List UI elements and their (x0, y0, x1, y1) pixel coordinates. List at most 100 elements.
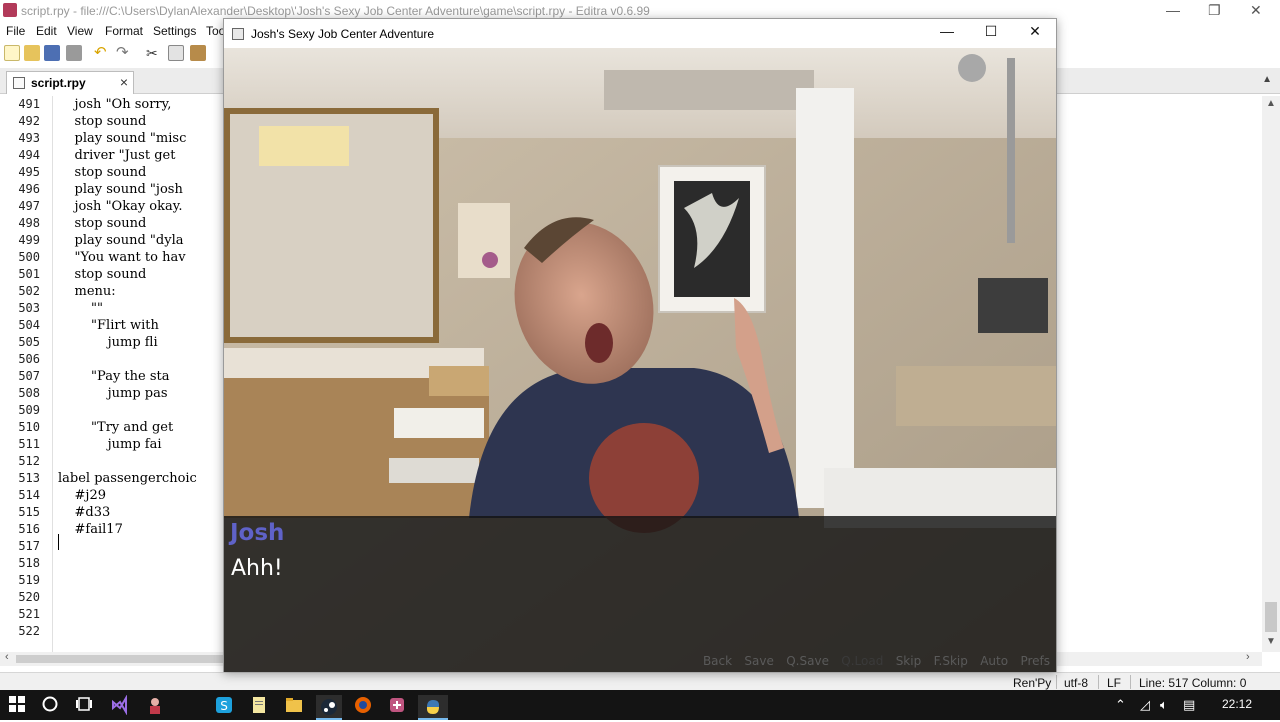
code-line[interactable]: stop sound (58, 216, 147, 231)
skype-icon[interactable]: S (214, 695, 234, 715)
steam-icon[interactable] (316, 695, 342, 720)
tab-label: script.rpy (31, 76, 86, 90)
scroll-right-arrow-icon[interactable]: › (1246, 651, 1250, 663)
dialogue-text: Ahh! (231, 556, 283, 581)
taskbar-clock[interactable]: 22:12 (1222, 697, 1252, 711)
quick-menu-back[interactable]: Back (703, 654, 732, 668)
dialogue-box[interactable]: Josh Ahh! Back Save Q.Save Q.Load Skip F… (224, 516, 1056, 672)
code-line[interactable]: #j29 (58, 488, 106, 503)
start-windows-icon[interactable] (8, 695, 28, 715)
volume-icon[interactable]: 🔈︎ (1160, 697, 1168, 713)
game-maximize-icon[interactable]: ☐ (969, 23, 1013, 45)
code-line[interactable]: jump fai (58, 437, 162, 452)
status-encoding: utf-8 (1064, 676, 1089, 690)
game-close-icon[interactable]: ✕ (1013, 23, 1057, 45)
line-number: 517 (18, 539, 40, 553)
editra-taskbar-icon[interactable] (387, 695, 407, 715)
game-window: Josh's Sexy Job Center Adventure — ☐ ✕ J… (223, 18, 1057, 672)
close-icon[interactable]: ✕ (1250, 2, 1262, 19)
line-number: 509 (18, 403, 40, 417)
line-number: 521 (18, 607, 40, 621)
copy-icon[interactable] (168, 45, 184, 61)
quick-menu-qload[interactable]: Q.Load (841, 654, 883, 668)
code-line[interactable]: "" (58, 301, 103, 316)
game-scene[interactable]: Josh Ahh! Back Save Q.Save Q.Load Skip F… (224, 48, 1056, 672)
tab-scroll-up-icon[interactable]: ▲ (1262, 74, 1272, 85)
line-number: 511 (18, 437, 40, 451)
code-line[interactable]: jump pas (58, 386, 168, 401)
scroll-down-arrow-icon[interactable]: ▼ (1266, 636, 1276, 647)
wifi-icon[interactable]: ◿ (1140, 697, 1150, 713)
tab-script-rpy[interactable]: script.rpy × (6, 71, 134, 94)
line-number: 494 (18, 148, 40, 162)
code-line[interactable]: play sound "dyla (58, 233, 184, 248)
notification-icon[interactable]: ▤ (1183, 697, 1195, 713)
status-position: Line: 517 Column: 0 (1139, 676, 1247, 690)
menu-file[interactable]: File (6, 24, 25, 38)
editra-title: script.rpy - file:///C:\Users\DylanAlexa… (21, 4, 650, 18)
undo-icon[interactable]: ↶ (94, 45, 110, 61)
new-file-icon[interactable] (4, 45, 20, 61)
quick-menu-skip[interactable]: Skip (896, 654, 922, 668)
search-circle-icon[interactable] (41, 695, 61, 715)
line-number: 505 (18, 335, 40, 349)
windows-taskbar: S ⌃ ◿ 🔈︎ ▤ 22:12 (0, 690, 1280, 720)
vertical-scroll-thumb[interactable] (1265, 602, 1277, 632)
code-line[interactable]: stop sound (58, 165, 147, 180)
code-line[interactable]: #fail17 (58, 522, 123, 537)
print-icon[interactable] (66, 45, 82, 61)
notepad-icon[interactable] (249, 695, 269, 715)
scroll-left-arrow-icon[interactable]: ‹ (5, 651, 9, 663)
task-view-icon[interactable] (75, 695, 95, 715)
line-number: 516 (18, 522, 40, 536)
quick-menu-save[interactable]: Save (744, 654, 773, 668)
scroll-up-arrow-icon[interactable]: ▲ (1266, 98, 1276, 109)
code-line[interactable]: "Flirt with (58, 318, 159, 333)
tray-chevron-up-icon[interactable]: ⌃ (1115, 697, 1126, 713)
code-line[interactable]: "You want to hav (58, 250, 186, 265)
open-folder-icon[interactable] (24, 45, 40, 61)
tab-close-icon[interactable]: × (120, 74, 128, 90)
code-line[interactable]: josh "Oh sorry, (58, 97, 172, 112)
code-line[interactable]: play sound "josh (58, 182, 183, 197)
save-icon[interactable] (44, 45, 60, 61)
line-number: 496 (18, 182, 40, 196)
quick-menu-auto[interactable]: Auto (980, 654, 1008, 668)
menu-edit[interactable]: Edit (36, 24, 57, 38)
code-line[interactable]: stop sound (58, 267, 147, 282)
python-icon[interactable] (418, 695, 448, 720)
minimize-icon[interactable]: — (1166, 2, 1180, 18)
code-line[interactable]: play sound "misc (58, 131, 187, 146)
file-explorer-icon[interactable] (284, 695, 304, 715)
code-line[interactable]: "Try and get (58, 420, 173, 435)
redo-icon[interactable]: ↷ (116, 45, 132, 61)
line-number: 522 (18, 624, 40, 638)
code-line[interactable]: #d33 (58, 505, 111, 520)
firefox-icon[interactable] (353, 695, 373, 715)
horizontal-scroll-thumb[interactable] (16, 655, 226, 663)
code-line[interactable]: "Pay the sta (58, 369, 169, 384)
character-app-icon[interactable] (145, 695, 165, 715)
menu-view[interactable]: View (67, 24, 93, 38)
code-line[interactable]: josh "Okay okay. (58, 199, 183, 214)
quick-menu-qsave[interactable]: Q.Save (786, 654, 829, 668)
code-line[interactable]: jump fli (58, 335, 158, 350)
vertical-scrollbar[interactable]: ▲ ▼ (1262, 96, 1280, 652)
menu-format[interactable]: Format (105, 24, 143, 38)
game-minimize-icon[interactable]: — (925, 23, 969, 45)
visual-studio-icon[interactable] (110, 694, 130, 716)
restore-icon[interactable]: ❐ (1208, 2, 1221, 19)
game-title-bar[interactable]: Josh's Sexy Job Center Adventure — ☐ ✕ (224, 19, 1056, 48)
code-line[interactable]: menu: (58, 284, 116, 299)
line-number: 498 (18, 216, 40, 230)
cut-icon[interactable]: ✂ (146, 45, 162, 61)
quick-menu-prefs[interactable]: Prefs (1020, 654, 1050, 668)
code-line[interactable]: stop sound (58, 114, 147, 129)
menu-settings[interactable]: Settings (153, 24, 196, 38)
paste-icon[interactable] (190, 45, 206, 61)
speaker-name: Josh (230, 520, 285, 546)
code-line[interactable]: label passengerchoic (58, 471, 197, 486)
line-number: 504 (18, 318, 40, 332)
code-line[interactable]: driver "Just get (58, 148, 176, 163)
quick-menu-fskip[interactable]: F.Skip (934, 654, 968, 668)
